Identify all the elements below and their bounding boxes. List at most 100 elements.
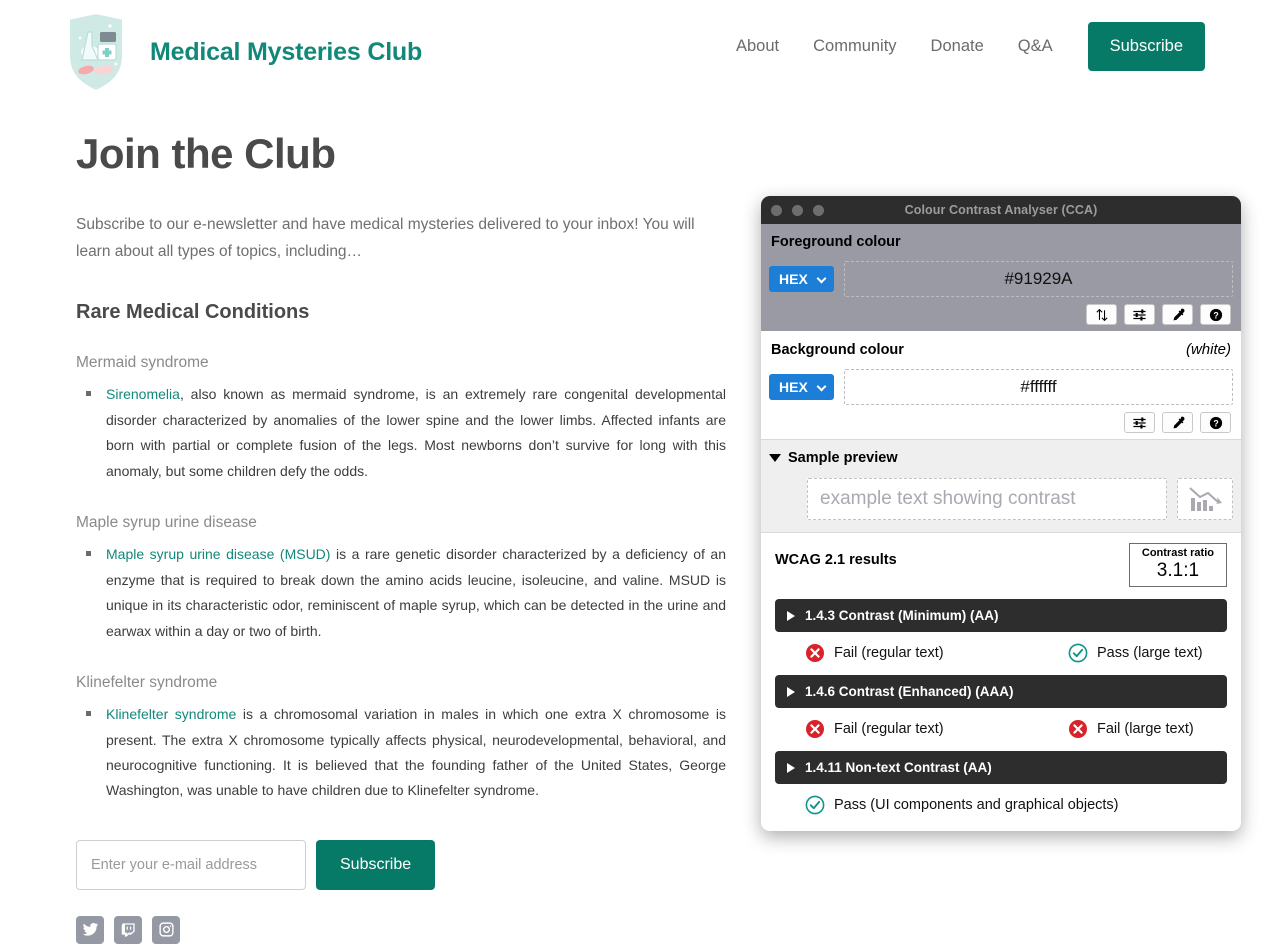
list-item: Maple syrup urine disease (MSUD) is a ra… [86,542,726,644]
condition-list-msud: Maple syrup urine disease (MSUD) is a ra… [76,542,726,644]
social-links [76,915,726,944]
condition-heading-klinefelter: Klinefelter syndrome [76,674,218,692]
sample-preview-label: Sample preview [788,450,898,466]
fail-icon [805,719,825,739]
result-label: Pass (large text) [1097,645,1203,662]
nav-item-donate[interactable]: Donate [914,37,1001,56]
criterion-143-results: Fail (regular text) Pass (large text) [775,643,1227,663]
sliders-icon[interactable] [1124,304,1155,325]
background-heading: Background colour (white) [769,341,1233,358]
condition-heading-mermaid: Mermaid syndrome [76,354,209,372]
criterion-1411-header[interactable]: 1.4.11 Non-text Contrast (AA) [775,751,1227,785]
list-item: Sirenomelia, also known as mermaid syndr… [86,382,726,484]
nav-item-about[interactable]: About [719,37,796,56]
background-hex-input[interactable] [844,369,1233,405]
condition-heading-msud: Maple syrup urine disease [76,514,257,532]
swap-colours-icon[interactable] [1086,304,1117,325]
sliders-icon[interactable] [1124,412,1155,433]
contrast-ratio-value: 3.1:1 [1156,560,1200,582]
brand-title: Medical Mysteries Club [150,37,423,66]
nav-item-community[interactable]: Community [796,37,913,56]
condition-body: , also known as mermaid syndrome, is an … [106,386,726,479]
page-title: Join the Club [76,130,336,177]
result-label: Fail (large text) [1097,721,1194,738]
cca-window-title: Colour Contrast Analyser (CCA) [904,203,1098,217]
instagram-icon[interactable] [152,915,180,944]
eyedropper-icon[interactable] [1162,304,1193,325]
cca-window: Colour Contrast Analyser (CCA) Foregroun… [761,196,1241,831]
eyedropper-icon[interactable] [1162,412,1193,433]
foreground-hex-input[interactable] [844,261,1233,297]
sample-preview-section: Sample preview example text showing cont… [761,440,1241,533]
maximize-button[interactable] [813,205,824,216]
section-title: Rare Medical Conditions [76,301,310,324]
background-section: Background colour (white) HEX ? [761,331,1241,440]
contrast-ratio-label: Contrast ratio [1141,547,1214,559]
criterion-title: 1.4.11 Non-text Contrast (AA) [805,760,992,776]
background-tools: ? [769,412,1233,433]
shield-logo-icon [60,8,132,96]
criterion-146-header[interactable]: 1.4.6 Contrast (Enhanced) (AAA) [775,675,1227,709]
condition-list-mermaid: Sirenomelia, also known as mermaid syndr… [76,382,726,484]
help-icon[interactable]: ? [1200,304,1231,325]
condition-link-sirenomelia[interactable]: Sirenomelia [106,386,180,402]
sample-preview-body: example text showing contrast [807,478,1233,520]
main-nav: About Community Donate Q&A Subscribe [719,22,1205,71]
criterion-143-header[interactable]: 1.4.3 Contrast (Minimum) (AA) [775,599,1227,633]
fail-icon [805,643,825,663]
criterion-146-results: Fail (regular text) Fail (large text) [775,719,1227,739]
result-label: Fail (regular text) [834,645,944,662]
foreground-format-select-wrap[interactable]: HEX [769,266,834,292]
fail-icon [1068,719,1088,739]
chevron-right-icon [787,762,795,773]
condition-list-klinefelter: Klinefelter syndrome is a chromosomal va… [76,702,726,804]
pass-icon [805,795,825,815]
chevron-right-icon [787,610,795,621]
background-format-select-wrap[interactable]: HEX [769,374,834,400]
site-header: Medical Mysteries Club About Community D… [0,0,1275,100]
foreground-section: Foreground colour HEX ? [761,224,1241,331]
criterion-1411-results: Pass (UI components and graphical object… [775,795,1227,815]
close-button[interactable] [771,205,782,216]
result-regular-text: Fail (regular text) [805,643,1068,663]
svg-text:?: ? [1213,310,1218,320]
help-icon[interactable]: ? [1200,412,1231,433]
window-controls[interactable] [771,205,824,216]
foreground-tools: ? [769,304,1233,325]
results-header: WCAG 2.1 results Contrast ratio 3.1:1 [775,543,1227,588]
brand[interactable]: Medical Mysteries Club [60,8,422,96]
contrast-ratio-box: Contrast ratio 3.1:1 [1128,543,1227,588]
result-non-text: Pass (UI components and graphical object… [805,795,1119,815]
form-subscribe-button[interactable]: Subscribe [316,839,436,890]
twitch-icon[interactable] [114,915,142,944]
sample-preview-header[interactable]: Sample preview [769,450,1233,466]
declining-chart-icon [1177,478,1233,520]
twitter-icon[interactable] [76,915,104,944]
chevron-right-icon [787,686,795,697]
sample-text: example text showing contrast [807,478,1167,520]
foreground-format-select[interactable]: HEX [769,266,834,292]
nav-subscribe-button[interactable]: Subscribe [1087,22,1205,71]
nav-item-qa[interactable]: Q&A [1001,37,1070,56]
condition-link-klinefelter[interactable]: Klinefelter syndrome [106,706,236,722]
background-format-select[interactable]: HEX [769,374,834,400]
intro-paragraph: Subscribe to our e-newsletter and have m… [76,216,695,260]
main-content: Join the Club Subscribe to our e-newslet… [76,130,726,944]
minimize-button[interactable] [792,205,803,216]
newsletter-form: Subscribe [76,839,726,890]
foreground-heading: Foreground colour [769,234,1233,250]
condition-link-msud[interactable]: Maple syrup urine disease (MSUD) [106,546,330,562]
chevron-down-icon [769,454,781,462]
result-large-text: Pass (large text) [1068,643,1203,663]
result-regular-text: Fail (regular text) [805,719,1068,739]
email-field[interactable] [76,839,306,890]
cca-titlebar[interactable]: Colour Contrast Analyser (CCA) [761,196,1241,224]
result-large-text: Fail (large text) [1068,719,1194,739]
pass-icon [1068,643,1088,663]
wcag-results-section: WCAG 2.1 results Contrast ratio 3.1:1 1.… [761,533,1241,830]
result-label: Fail (regular text) [834,721,944,738]
criterion-title: 1.4.3 Contrast (Minimum) (AA) [805,608,999,624]
foreground-row: HEX [769,261,1233,297]
result-label: Pass (UI components and graphical object… [834,797,1119,814]
criterion-title: 1.4.6 Contrast (Enhanced) (AAA) [805,684,1014,700]
